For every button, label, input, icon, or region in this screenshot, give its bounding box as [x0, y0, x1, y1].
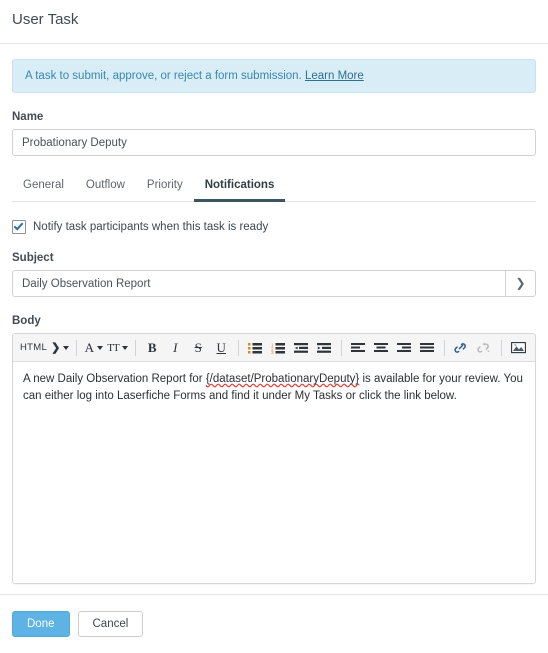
italic-button[interactable]: I — [164, 337, 187, 358]
notify-checkbox-row[interactable]: Notify task participants when this task … — [12, 220, 536, 234]
font-size-button[interactable]: TT — [105, 337, 129, 358]
tab-bar: General Outflow Priority Notifications — [12, 174, 536, 202]
footer-divider — [0, 594, 548, 595]
toolbar-divider — [76, 339, 78, 356]
subject-input-group: ❯ — [12, 270, 536, 297]
numbered-list-button[interactable]: 1 2 3 — [267, 337, 290, 358]
font-size-label: TT — [107, 341, 119, 354]
page-title: User Task — [12, 11, 79, 28]
align-right-button[interactable] — [393, 337, 416, 358]
insert-image-icon[interactable] — [507, 337, 530, 358]
html-source-label: HTML — [20, 342, 48, 353]
name-label: Name — [12, 111, 44, 123]
bold-button[interactable]: B — [141, 337, 164, 358]
body-label: Body — [12, 315, 41, 327]
body-editor-content[interactable]: A new Daily Observation Report for {/dat… — [13, 362, 535, 583]
toolbar-divider — [443, 339, 445, 356]
html-source-button[interactable]: HTML ❯ — [18, 337, 71, 358]
notify-checkbox[interactable] — [12, 220, 26, 234]
bulleted-list-button[interactable] — [244, 337, 267, 358]
editor-toolbar: HTML ❯ A TT B I S U 1 2 3 — [13, 334, 535, 362]
tab-outflow[interactable]: Outflow — [75, 178, 136, 202]
align-justify-button[interactable] — [416, 337, 439, 358]
subject-label: Subject — [12, 252, 54, 264]
tab-general[interactable]: General — [12, 178, 75, 202]
toolbar-divider — [340, 339, 342, 356]
toolbar-divider — [134, 339, 136, 356]
tab-notifications[interactable]: Notifications — [193, 178, 286, 202]
rich-text-editor: HTML ❯ A TT B I S U 1 2 3 A new Daily Ob… — [12, 333, 536, 584]
notify-checkbox-label: Notify task participants when this task … — [33, 221, 269, 233]
info-banner-text: A task to submit, approve, or reject a f… — [25, 70, 302, 82]
html-chevron-icon: ❯ — [51, 342, 61, 354]
name-field-group: Name — [12, 111, 536, 156]
subject-field-group: Subject ❯ — [12, 252, 536, 297]
toolbar-divider — [500, 339, 502, 356]
chevron-down-icon — [121, 345, 128, 350]
name-input[interactable] — [12, 129, 536, 156]
learn-more-link[interactable]: Learn More — [305, 70, 364, 82]
text-color-button[interactable]: A — [82, 337, 105, 358]
align-left-button[interactable] — [347, 337, 370, 358]
strikethrough-button[interactable]: S — [187, 337, 210, 358]
chevron-down-icon — [96, 345, 103, 350]
subject-input[interactable] — [12, 270, 506, 297]
svg-text:3: 3 — [271, 350, 274, 354]
chevron-down-icon — [63, 345, 70, 350]
outdent-button[interactable] — [290, 337, 313, 358]
body-text-token: {/dataset/ProbationaryDeputy} — [205, 373, 360, 385]
title-divider — [0, 43, 548, 44]
align-center-button[interactable] — [370, 337, 393, 358]
text-color-label: A — [84, 339, 94, 355]
body-text-prefix: A new Daily Observation Report for — [23, 373, 206, 385]
done-button[interactable]: Done — [12, 611, 70, 637]
insert-link-icon[interactable] — [450, 337, 473, 358]
footer-actions: Done Cancel — [12, 611, 144, 637]
underline-button[interactable]: U — [210, 337, 233, 358]
indent-button[interactable] — [313, 337, 336, 358]
info-banner: A task to submit, approve, or reject a f… — [12, 59, 536, 93]
body-field-group: Body — [12, 315, 536, 327]
remove-link-icon — [473, 337, 496, 358]
toolbar-divider — [237, 339, 239, 356]
chevron-right-icon[interactable]: ❯ — [506, 270, 536, 297]
tab-priority[interactable]: Priority — [136, 178, 194, 202]
cancel-button[interactable]: Cancel — [77, 611, 144, 637]
